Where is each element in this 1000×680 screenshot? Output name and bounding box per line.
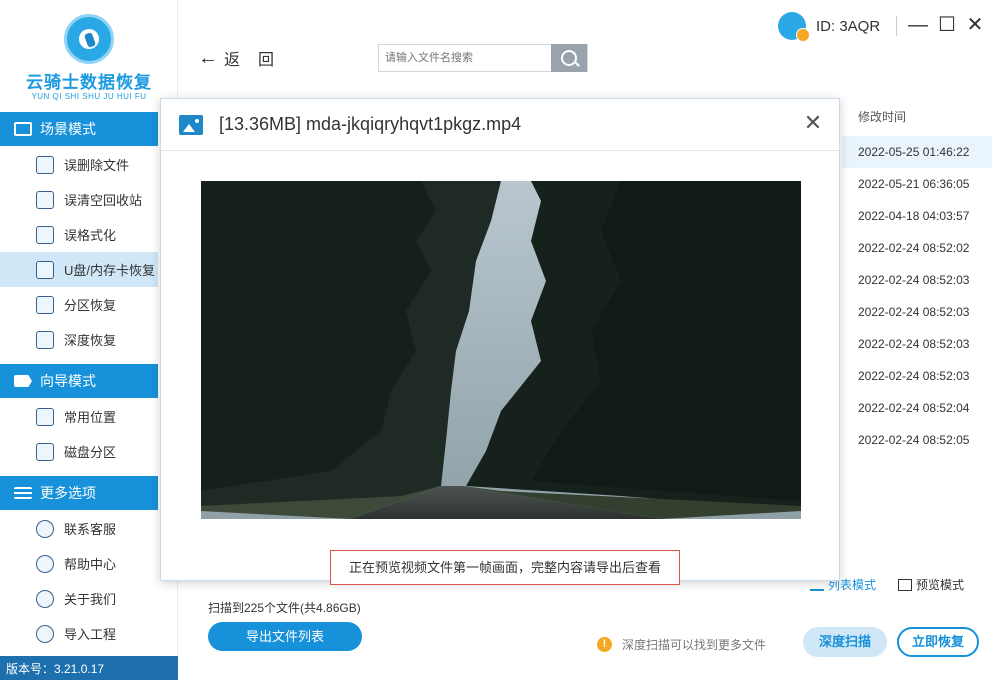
- app-subtitle: YUN QI SHI SHU JU HUI FU: [31, 92, 147, 101]
- user-id: ID: 3AQR: [816, 17, 881, 35]
- section-scene-mode[interactable]: 场景模式: [0, 112, 158, 146]
- section-label: 更多选项: [40, 485, 96, 501]
- back-arrow-icon: ←: [198, 46, 218, 69]
- search-icon[interactable]: [551, 44, 587, 72]
- section-wizard-mode[interactable]: 向导模式: [0, 364, 158, 398]
- deep-recover-icon: [36, 330, 54, 349]
- import-icon: [36, 624, 54, 643]
- help-icon: [36, 554, 54, 573]
- recycle-bin-icon: [36, 190, 54, 209]
- back-label: 返: [224, 52, 241, 69]
- maximize-button[interactable]: ☐: [936, 12, 958, 38]
- table-row[interactable]: 2022-05-21 06:36:05: [842, 168, 992, 200]
- sidebar-item-label: U盘/内存卡恢复: [64, 263, 156, 278]
- partition-icon: [36, 295, 54, 314]
- back-label-2: 回: [258, 52, 275, 69]
- sidebar-item-recycle-bin[interactable]: 误清空回收站: [0, 182, 158, 217]
- table-row[interactable]: 2022-02-24 08:52:05: [842, 424, 992, 456]
- sidebar-item-label: 导入工程: [64, 627, 117, 642]
- sidebar-item-help-center[interactable]: 帮助中心: [0, 546, 158, 581]
- sidebar-item-label: 误格式化: [64, 228, 117, 243]
- sidebar-item-label: 误清空回收站: [64, 193, 143, 208]
- app-title: 云骑士数据恢复: [26, 73, 152, 92]
- minimize-button[interactable]: —: [907, 12, 929, 38]
- divider: [896, 16, 897, 36]
- sidebar-item-deleted-files[interactable]: 误删除文件: [0, 147, 158, 182]
- flag-icon: [14, 375, 32, 387]
- sidebar-item-usb-card[interactable]: U盘/内存卡恢复: [0, 252, 158, 287]
- video-preview-frame: [201, 181, 801, 519]
- disk-icon: [36, 442, 54, 461]
- sidebar: 云骑士数据恢复 YUN QI SHI SHU JU HUI FU 场景模式 误删…: [0, 0, 178, 680]
- table-row[interactable]: 2022-02-24 08:52:04: [842, 392, 992, 424]
- table-row[interactable]: 2022-02-24 08:52:03: [842, 264, 992, 296]
- menu-icon: [14, 487, 32, 499]
- preview-mode-toggle[interactable]: 预览模式: [898, 576, 964, 593]
- preview-mode-label: 预览模式: [916, 578, 965, 592]
- column-header-modified[interactable]: 修改时间: [858, 108, 906, 125]
- windows-icon: [36, 407, 54, 426]
- file-delete-icon: [36, 155, 54, 174]
- image-icon: [179, 114, 203, 135]
- table-row[interactable]: 2022-05-25 01:46:22: [842, 136, 992, 168]
- sidebar-item-partition-recover[interactable]: 分区恢复: [0, 287, 158, 322]
- support-icon: [36, 519, 54, 538]
- avatar[interactable]: [778, 12, 810, 42]
- usb-card-icon: [36, 260, 54, 279]
- search-input[interactable]: [379, 45, 551, 71]
- tip-text: 深度扫描可以找到更多文件: [622, 638, 767, 652]
- sidebar-item-format[interactable]: 误格式化: [0, 217, 158, 252]
- deep-scan-button[interactable]: 深度扫描: [803, 627, 887, 657]
- sidebar-item-label: 关于我们: [64, 592, 117, 607]
- close-icon[interactable]: ✕: [801, 111, 825, 135]
- dialog-header: [13.36MB] mda-jkqiqryhqvt1pkgz.mp4 ✕: [161, 99, 839, 151]
- sidebar-item-label: 联系客服: [64, 522, 117, 537]
- sidebar-item-deep-recover[interactable]: 深度恢复: [0, 322, 158, 357]
- section-label: 场景模式: [40, 121, 96, 137]
- recover-now-button[interactable]: 立即恢复: [897, 627, 979, 657]
- sidebar-item-label: 帮助中心: [64, 557, 117, 572]
- app-logo: 云骑士数据恢复 YUN QI SHI SHU JU HUI FU: [0, 0, 178, 112]
- info-icon: [36, 589, 54, 608]
- scan-tip: ! 深度扫描可以找到更多文件: [597, 636, 766, 653]
- export-list-button[interactable]: 导出文件列表: [208, 622, 362, 651]
- sidebar-item-contact-support[interactable]: 联系客服: [0, 511, 158, 546]
- sidebar-item-common-locations[interactable]: 常用位置: [0, 399, 158, 434]
- warning-icon: !: [597, 637, 612, 652]
- sidebar-item-label: 误删除文件: [64, 158, 130, 173]
- table-row[interactable]: 2022-02-24 08:52:02: [842, 232, 992, 264]
- user-info[interactable]: ID: 3AQR: [778, 12, 881, 42]
- monitor-icon: [14, 122, 32, 136]
- section-label: 向导模式: [40, 373, 96, 389]
- preview-caption: 正在预览视频文件第一帧画面，完整内容请导出后查看: [330, 550, 680, 585]
- sidebar-item-label: 分区恢复: [64, 298, 117, 313]
- sidebar-item-import-project[interactable]: 导入工程: [0, 616, 158, 651]
- back-nav[interactable]: ← 返 回: [198, 46, 274, 70]
- sidebar-item-about[interactable]: 关于我们: [0, 581, 158, 616]
- close-button[interactable]: ✕: [964, 12, 986, 38]
- format-icon: [36, 225, 54, 244]
- section-more-options[interactable]: 更多选项: [0, 476, 158, 510]
- scan-summary: 扫描到225个文件(共4.86GB): [208, 601, 361, 615]
- table-row[interactable]: 2022-02-24 08:52:03: [842, 360, 992, 392]
- dialog-title: [13.36MB] mda-jkqiqryhqvt1pkgz.mp4: [219, 114, 522, 134]
- grid-icon: [898, 578, 912, 591]
- table-row[interactable]: 2022-04-18 04:03:57: [842, 200, 992, 232]
- version-label: 版本号：3.21.0.17: [0, 656, 178, 680]
- video-frame-image: [201, 181, 801, 519]
- sidebar-item-label: 深度恢复: [64, 333, 117, 348]
- table-row[interactable]: 2022-02-24 08:52:03: [842, 296, 992, 328]
- sidebar-item-label: 常用位置: [64, 410, 117, 425]
- table-row[interactable]: 2022-02-24 08:52:03: [842, 328, 992, 360]
- logo-icon: [64, 14, 114, 64]
- sidebar-item-disk-partition[interactable]: 磁盘分区: [0, 434, 158, 469]
- sidebar-item-label: 磁盘分区: [64, 445, 117, 460]
- search-box: [378, 44, 588, 72]
- preview-dialog: [13.36MB] mda-jkqiqryhqvt1pkgz.mp4 ✕ 正在预…: [160, 98, 840, 585]
